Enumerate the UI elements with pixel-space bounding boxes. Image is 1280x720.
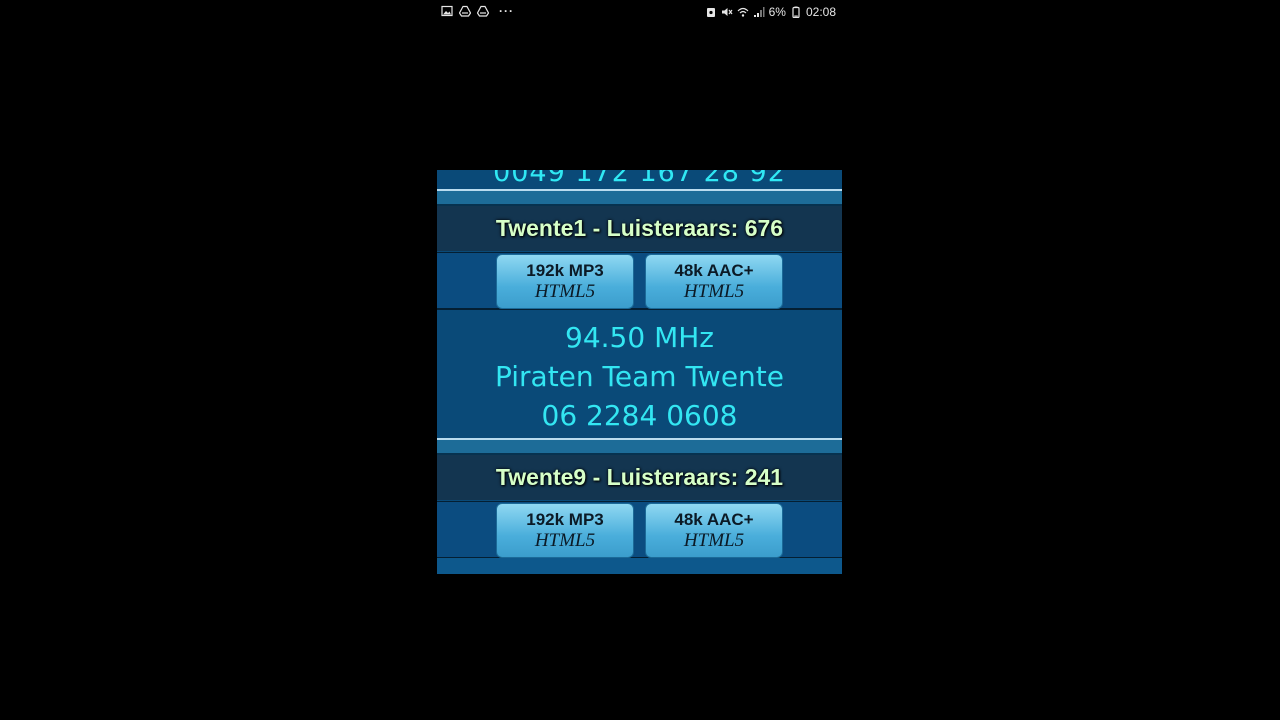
frequency: 94.50 MHz (565, 321, 714, 354)
stream-button-48k-aac[interactable]: 48k AAC+ HTML5 (645, 254, 783, 309)
phone-screen: ··· 6% 02:08 0049 172 167 28 92 Twente1 … (0, 0, 1280, 720)
phone-number-top: 0049 172 167 28 92 (493, 170, 786, 188)
battery-icon (790, 6, 802, 18)
stream-button-row: 192k MP3 HTML5 48k AAC+ HTML5 (437, 252, 842, 310)
bitrate-label: 48k AAC+ (674, 509, 754, 529)
bitrate-label: 192k MP3 (526, 260, 604, 280)
format-label: HTML5 (683, 529, 745, 551)
battery-percent: 6% (768, 5, 786, 19)
status-bar: ··· 6% 02:08 (437, 0, 842, 24)
system-icons: 6% 02:08 (705, 5, 836, 19)
section-divider (437, 189, 842, 206)
more-notifications: ··· (499, 4, 514, 18)
station-name: Piraten Team Twente (494, 360, 785, 393)
phone-number: 06 2284 0608 (541, 399, 738, 432)
drive-icon (477, 5, 489, 17)
stream-button-192k-mp3[interactable]: 192k MP3 HTML5 (496, 503, 634, 558)
station-info: 94.50 MHz Piraten Team Twente 06 2284 06… (437, 311, 842, 438)
drive-icon (459, 5, 471, 17)
section-divider (437, 438, 842, 455)
gallery-icon (441, 5, 453, 17)
stream-button-48k-aac[interactable]: 48k AAC+ HTML5 (645, 503, 783, 558)
bitrate-label: 192k MP3 (526, 509, 604, 529)
format-label: HTML5 (534, 280, 596, 302)
stream-button-192k-mp3[interactable]: 192k MP3 HTML5 (496, 254, 634, 309)
alarm-icon (705, 6, 717, 18)
clock: 02:08 (805, 5, 836, 19)
station-header-twente9: Twente9 - Luisteraars: 241 (437, 455, 842, 500)
signal-icon (753, 6, 765, 18)
format-label: HTML5 (534, 529, 596, 551)
station-header-twente1: Twente1 - Luisteraars: 676 (437, 206, 842, 251)
format-label: HTML5 (683, 280, 745, 302)
bitrate-label: 48k AAC+ (674, 260, 754, 280)
radio-stream-panel: 0049 172 167 28 92 Twente1 - Luisteraars… (437, 170, 842, 574)
bottom-strip (437, 558, 842, 574)
mute-icon (721, 6, 733, 18)
wifi-icon (737, 6, 749, 18)
stream-button-row: 192k MP3 HTML5 48k AAC+ HTML5 (437, 501, 842, 559)
notification-icons: ··· (441, 4, 514, 18)
